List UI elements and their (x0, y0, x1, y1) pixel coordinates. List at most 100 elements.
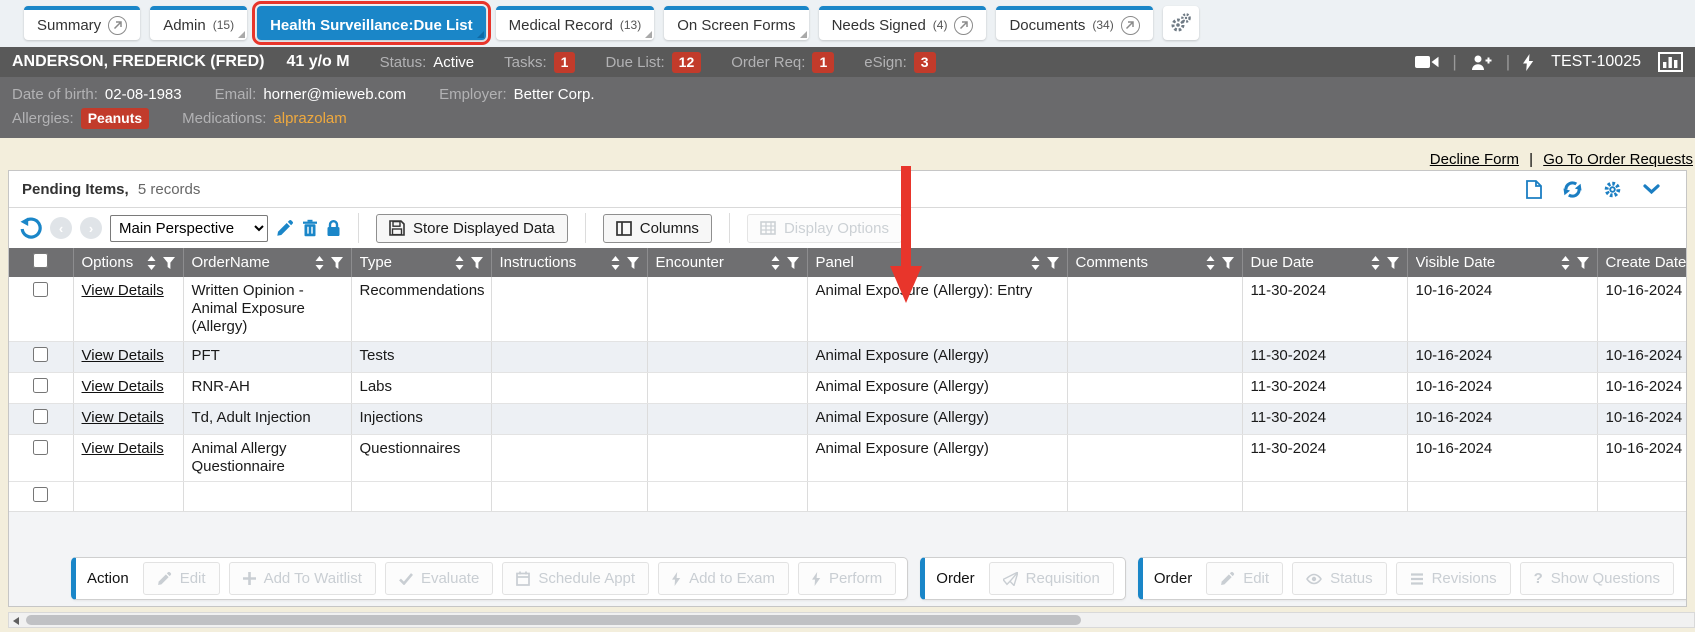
edit-button: Edit (143, 562, 220, 595)
cell-comments (1067, 435, 1242, 482)
sort-icon[interactable] (454, 256, 465, 270)
edit-perspective-pencil-icon[interactable] (276, 219, 294, 237)
go-to-order-requests-link[interactable]: Go To Order Requests (1543, 151, 1693, 168)
medication-value[interactable]: alprazolam (273, 110, 346, 127)
horizontal-scrollbar[interactable] (8, 612, 1695, 628)
patient-name: ANDERSON, FREDERICK (FRED) (12, 53, 264, 71)
filter-funnel-icon[interactable] (787, 257, 799, 269)
filter-funnel-icon[interactable] (1047, 257, 1059, 269)
filter-funnel-icon[interactable] (627, 257, 639, 269)
view-details-link[interactable]: View Details (82, 378, 164, 395)
collapse-chevron-down-icon[interactable] (1643, 184, 1660, 195)
column-header-due-date: Due Date (1251, 254, 1364, 271)
cell-panel: Animal Exposure (Allergy) (807, 373, 1067, 404)
add-user-icon[interactable] (1470, 54, 1493, 71)
order-req-count-badge[interactable]: 1 (812, 52, 834, 73)
sort-icon[interactable] (314, 256, 325, 270)
cell-panel: Animal Exposure (Allergy) (807, 404, 1067, 435)
sort-icon[interactable] (770, 256, 781, 270)
tab-label: Needs Signed (832, 17, 926, 34)
columns-button[interactable]: Columns (603, 214, 712, 243)
lock-perspective-icon[interactable] (326, 219, 341, 237)
view-details-link[interactable]: View Details (82, 409, 164, 426)
row-checkbox[interactable] (33, 409, 48, 424)
row-checkbox[interactable] (33, 440, 48, 455)
cell-order-name: PFT (183, 342, 351, 373)
filter-funnel-icon[interactable] (1222, 257, 1234, 269)
column-header-type: Type (360, 254, 448, 271)
sort-icon[interactable] (1030, 256, 1041, 270)
tab-label: On Screen Forms (677, 17, 795, 34)
external-link-icon[interactable] (108, 16, 127, 35)
columns-icon (616, 221, 632, 236)
refresh-icon[interactable] (1563, 180, 1582, 199)
requisition-button: Requisition (989, 562, 1114, 595)
video-camera-icon[interactable] (1415, 54, 1439, 70)
external-link-icon[interactable] (954, 16, 973, 35)
tab-health-surveillance-due-list[interactable]: Health Surveillance:Due List (257, 6, 486, 40)
tab-on-screen-forms[interactable]: On Screen Forms (664, 6, 808, 40)
tasks-count-badge[interactable]: 1 (554, 52, 576, 73)
calendar-icon (516, 571, 530, 586)
sort-icon[interactable] (1370, 256, 1381, 270)
esign-count-badge[interactable]: 3 (914, 52, 936, 73)
filter-funnel-icon[interactable] (331, 257, 343, 269)
grid-icon (760, 221, 776, 235)
due-list-count-badge[interactable]: 12 (672, 52, 702, 73)
new-document-icon[interactable] (1526, 180, 1542, 199)
store-displayed-data-button[interactable]: Store Displayed Data (376, 214, 568, 243)
sort-icon[interactable] (1560, 256, 1571, 270)
order-edit-button: Edit (1206, 562, 1283, 595)
cell-type: Labs (351, 373, 491, 404)
panel-settings-gear-icon[interactable] (1603, 180, 1622, 199)
table-row: View Details Animal Allergy Questionnair… (9, 435, 1687, 482)
filter-funnel-icon[interactable] (163, 257, 175, 269)
table-header-row: Options OrderName Type Instructions (9, 248, 1687, 277)
allergy-badge[interactable]: Peanuts (81, 108, 149, 129)
sort-icon[interactable] (146, 256, 157, 270)
view-details-link[interactable]: View Details (82, 347, 164, 364)
row-checkbox[interactable] (33, 378, 48, 393)
table-row-empty (9, 482, 1687, 513)
perform-button: Perform (798, 562, 896, 595)
cell-due-date: 11-30-2024 (1242, 435, 1407, 482)
view-details-link[interactable]: View Details (82, 282, 164, 299)
scroll-left-arrow-icon[interactable] (13, 617, 19, 625)
undo-icon[interactable] (19, 217, 42, 240)
view-details-link[interactable]: View Details (82, 440, 164, 457)
status-label: Status: (380, 54, 427, 71)
tab-label: Summary (37, 17, 101, 34)
cell-due-date: 11-30-2024 (1242, 404, 1407, 435)
cell-type: Tests (351, 342, 491, 373)
evaluate-button: Evaluate (385, 562, 493, 595)
sort-icon[interactable] (1205, 256, 1216, 270)
sort-icon[interactable] (610, 256, 621, 270)
tab-documents[interactable]: Documents (34) (996, 6, 1152, 40)
next-perspective-icon: › (80, 217, 102, 239)
tab-settings-gears-icon[interactable] (1163, 6, 1199, 40)
flash-icon[interactable] (1523, 54, 1534, 71)
row-checkbox[interactable] (33, 282, 48, 297)
cell-visible-date: 10-16-2024 (1407, 342, 1597, 373)
filter-funnel-icon[interactable] (1577, 257, 1589, 269)
tab-medical-record[interactable]: Medical Record (13) (496, 6, 655, 40)
tab-needs-signed[interactable]: Needs Signed (4) (819, 6, 987, 40)
row-checkbox[interactable] (33, 487, 48, 502)
action-bar: Action Edit Add To Waitlist Evaluate Sch… (71, 557, 908, 600)
delete-perspective-trash-icon[interactable] (302, 219, 318, 237)
filter-funnel-icon[interactable] (471, 257, 483, 269)
previous-perspective-icon: ‹ (50, 217, 72, 239)
question-icon: ? (1534, 570, 1543, 587)
perspective-select[interactable]: Main Perspective (110, 215, 268, 242)
decline-form-link[interactable]: Decline Form (1430, 151, 1519, 168)
tab-summary[interactable]: Summary (24, 6, 140, 40)
select-all-checkbox[interactable] (33, 253, 48, 268)
action-bar-title: Action (87, 570, 129, 587)
external-link-icon[interactable] (1121, 16, 1140, 35)
flowsheet-chart-icon[interactable] (1658, 52, 1683, 72)
filter-funnel-icon[interactable] (1387, 257, 1399, 269)
status-value: Active (433, 54, 474, 71)
row-checkbox[interactable] (33, 347, 48, 362)
tab-admin[interactable]: Admin (15) (150, 6, 247, 40)
scrollbar-thumb[interactable] (26, 615, 1081, 625)
